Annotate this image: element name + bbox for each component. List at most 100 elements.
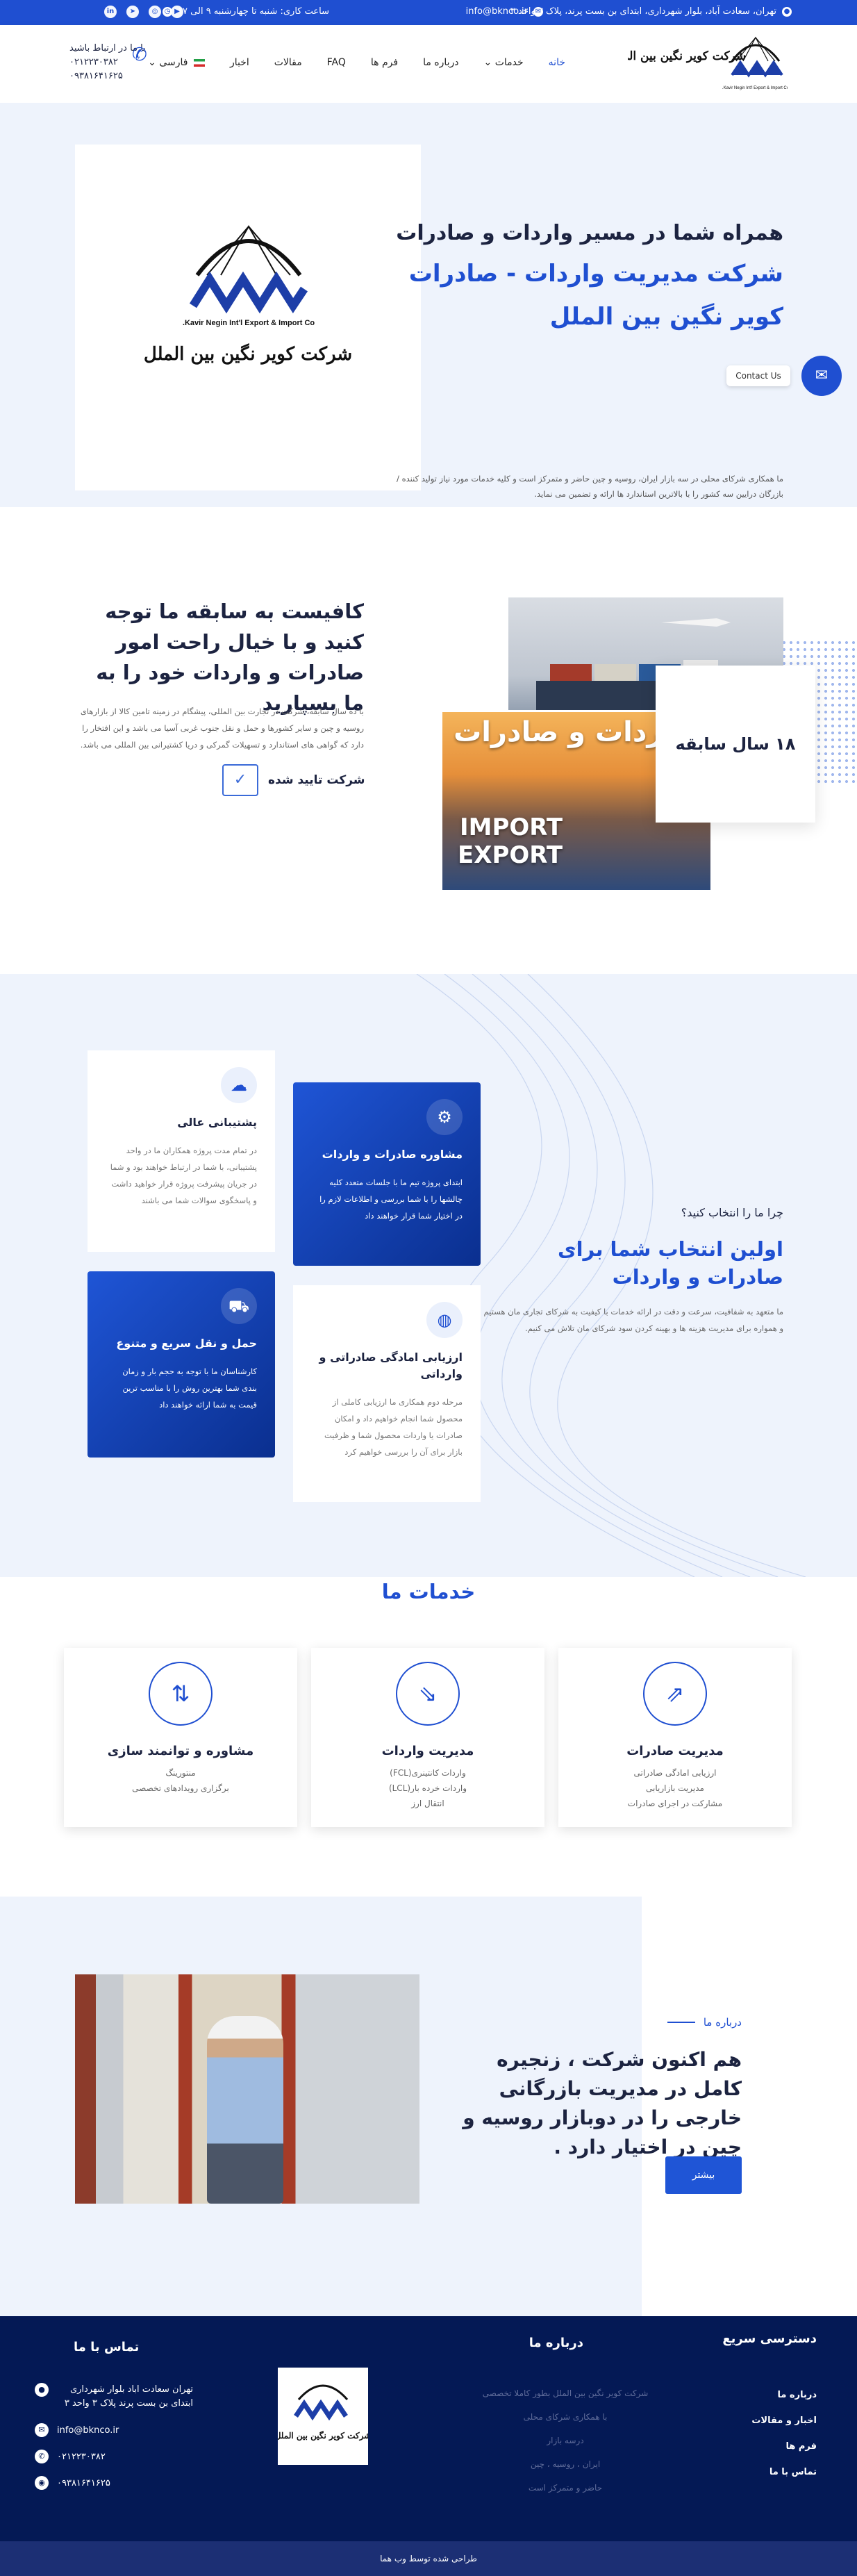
nav-news[interactable]: اخبار [230,57,249,68]
footer-link-news[interactable]: اخبار و مقالات [751,2416,817,2426]
instagram-icon[interactable]: ◎ [149,6,161,18]
about-title: هم اکنون شرکت ، زنجیره کامل در مدیریت با… [463,2048,742,2158]
globe-icon: ◍ [426,1302,463,1338]
nav-forms[interactable]: فرم ها [371,57,398,68]
location-icon: ● [782,6,792,17]
footer-phone-text[interactable]: ۰۲۱۲۲۳۰۳۸۲ [57,2452,106,2462]
footer-about-title: درباره ما [529,2336,583,2350]
footer-contact: تهران سعادت اباد بلوار شهرداری ابتدای بن… [35,2383,193,2502]
nav-home[interactable]: خانه [549,57,565,68]
phone-number-2[interactable]: ۰۹۳۸۱۶۴۱۶۲۵ [69,69,146,83]
location-icon: ● [35,2383,49,2397]
card-assessment-text: مرحله دوم همکاری ما ارزیابی کاملی از محص… [324,1397,463,1457]
logo-caption: Kavir Negin Int'l Export & Import Co. [722,86,788,90]
nav-services-label: خدمات [494,57,524,68]
social-links: ▶ ◎ ➤ in [104,6,183,18]
hero-section: Kavir Negin Int'l Export & Import Co. شر… [0,103,857,507]
header-phone[interactable]: ✆ با ما در ارتباط باشید ۰۲۱۲۲۳۰۳۸۲ ۰۹۳۸۱… [69,42,147,83]
copyright-bar: طراحی شده توسط وب هما [0,2541,857,2576]
telegram-icon[interactable]: ➤ [126,6,139,18]
language-label: فارسی [159,57,188,68]
why-description: ما متعهد به شفافیت، سرعت و دقت در ارائه … [483,1307,783,1333]
worker-figure [207,2016,283,2204]
card-consulting[interactable]: ⚙ مشاوره صادرات و واردات ابتدای پروژه تی… [293,1082,481,1266]
top-email-text[interactable]: info@bknco.ir [466,6,528,17]
why-us-section: چرا ما را انتخاب کنید؟ اولین انتخاب شما … [0,974,857,1577]
footer-about-line: ایران ، روسیه ، چین [530,2459,601,2469]
about-more-button[interactable]: بیشتر [665,2156,742,2194]
export-label: EXPORT [458,841,563,869]
language-switcher[interactable]: فارسی ⌄ [148,57,205,68]
footer-email-text[interactable]: info@bknco.ir [57,2425,119,2436]
footer-link-forms[interactable]: فرم ها [751,2441,817,2452]
linkedin-icon[interactable]: in [104,6,117,18]
service-consulting-line: منتورینگ [165,1768,196,1778]
card-assessment[interactable]: ◍ ارزیابی امادگی صادراتی و وارداتی مرحله… [293,1285,481,1502]
nav-articles[interactable]: مقالات [274,57,302,68]
why-kicker: چرا ما را انتخاب کنید؟ [681,1206,783,1219]
footer-mobile[interactable]: ۰۹۳۸۱۶۴۱۶۲۵ ◉ [35,2476,193,2490]
footer-email[interactable]: info@bknco.ir ✉ [35,2423,193,2437]
footer-logo-graphic: شرکت کویر نگین بین الملل [275,2368,371,2465]
footer-mobile-text[interactable]: ۰۹۳۸۱۶۴۱۶۲۵ [57,2478,110,2488]
footer-phone[interactable]: ۰۲۱۲۲۳۰۳۸۲ ✆ [35,2450,193,2463]
chevron-down-icon: ⌄ [148,57,156,68]
service-export-lines: ارزیابی امادگی صادراتی مدیریت بازاریابی … [558,1765,792,1811]
contact-us-button[interactable]: Contact Us [726,365,790,386]
hero-logo-script: شرکت کویر نگین بین الملل [144,343,352,365]
export-icon: ⇗ [643,1662,707,1726]
certificate-icon: ✓ [222,764,258,796]
top-email[interactable]: ✉ info@bknco.ir [466,6,543,17]
service-export-title: مدیریت صادرات [626,1744,724,1758]
card-consulting-title: مشاوره صادرات و واردات [322,1148,463,1161]
footer-about-lines: شرکت کویر نگین بین الملل بطور کاملا تخصص… [482,2388,649,2507]
mail-icon: ✉ [35,2423,49,2437]
support-icon: ☁ [221,1067,257,1103]
nav-about[interactable]: درباره ما [423,57,458,68]
footer-quick-title: دسترسی سریع [722,2331,817,2346]
footer-about-line: درسه بازار [547,2436,584,2445]
service-consulting[interactable]: ⇅ مشاوره و توانمند سازی منتورینگ برگزاری… [64,1648,297,1827]
service-import-line: انتقال ارز [411,1799,444,1808]
experience-title: کافیست به سابقه ما توجه کنید و با خیال ر… [96,600,364,715]
footer-address: تهران سعادت اباد بلوار شهرداری ابتدای بن… [35,2383,193,2411]
youtube-icon[interactable]: ▶ [171,6,183,18]
service-export[interactable]: ⇗ مدیریت صادرات ارزیابی امادگی صادراتی م… [558,1648,792,1827]
footer-quick-links: درباره ما اخبار و مقالات فرم ها تماس با … [751,2390,817,2493]
mail-icon: ✉ [533,6,543,17]
footer-logo[interactable]: شرکت کویر نگین بین الملل [275,2368,371,2465]
service-consulting-title: مشاوره و توانمند سازی [107,1744,254,1758]
services-title: خدمات ما [381,1580,476,1603]
footer-link-about[interactable]: درباره ما [751,2390,817,2400]
card-support[interactable]: ☁ پشتیبانی عالی در تمام مدت پروژه همکارا… [88,1050,275,1252]
warehouse-image [75,1974,419,2204]
footer-link-contact[interactable]: تماس با ما [751,2467,817,2477]
import-export-en: IMPORT EXPORT [458,814,563,869]
hero-heading: همراه شما در مسیر واردات و صادرات شرکت م… [394,214,783,339]
top-hours: ساعت کاری: شنبه تا چهارشنبه ۹ الی ۱۷ ◷ [163,6,329,17]
footer-about-line: با همکاری شرکای محلی [523,2412,608,2422]
nav-services[interactable]: خدمات ⌄ [484,57,524,68]
card-support-text: در تمام مدت پروژه همکاران ما در واحد پشت… [110,1146,257,1205]
phone-icon: ✆ [35,2450,49,2463]
service-import[interactable]: ⇘ مدیریت واردات واردات کانتینری(FCL) وار… [311,1648,544,1827]
service-consulting-lines: منتورینگ برگزاری رویدادهای تخصصی [64,1765,297,1796]
site-logo[interactable]: Kavir Negin Int'l Export & Import Co. شر… [610,32,790,96]
service-import-line: واردات کانتینری(FCL) [390,1768,466,1778]
service-export-line: ارزیابی امادگی صادراتی [633,1768,717,1778]
nav-faq[interactable]: FAQ [327,57,346,68]
about-kicker-text: درباره ما [703,2016,742,2029]
import-icon: ⇘ [396,1662,460,1726]
top-address-text: تهران، سعادت آباد، بلوار شهرداری، ابتدای… [510,6,776,17]
iran-flag-icon [193,58,205,67]
chat-icon[interactable]: ✉ [801,356,842,396]
top-address: ● تهران، سعادت آباد، بلوار شهرداری، ابتد… [510,6,792,17]
hero-logo: Kavir Negin Int'l Export & Import Co. شر… [144,224,352,365]
main-nav: خانه خدمات ⌄ درباره ما فرم ها FAQ مقالات… [148,57,565,68]
card-transport[interactable]: ⛟ حمل و نقل سریع و متنوع کارشناسان ما با… [88,1271,275,1458]
service-consulting-line: برگزاری رویدادهای تخصصی [132,1783,229,1793]
hero-line-1: همراه شما در مسیر واردات و صادرات [396,221,783,245]
hero-logo-caption: Kavir Negin Int'l Export & Import Co. [183,319,315,327]
phone-icon: ✆ [132,44,147,65]
hero-line-3: کویر نگین بین الملل [549,303,783,331]
